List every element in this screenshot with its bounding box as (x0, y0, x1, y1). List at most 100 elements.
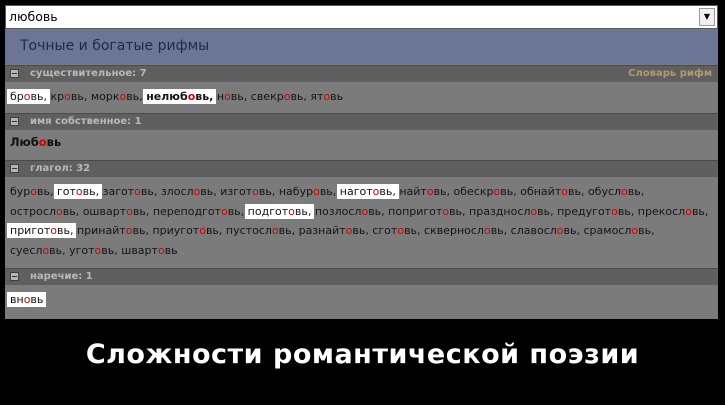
rhyme-word[interactable]: найтовь, (399, 185, 450, 198)
word-ending: вь, (37, 185, 54, 198)
rhyme-word[interactable]: пустословь, (226, 224, 295, 237)
stressed-vowel: о (611, 204, 618, 218)
rhyme-word[interactable]: приуготовь, (152, 224, 222, 237)
rhyme-word[interactable]: свекровь, (251, 90, 307, 103)
section-header-nouns[interactable]: существительное: 7 Словарь рифм (5, 65, 718, 82)
rhyme-word[interactable]: нелюбовь, (143, 89, 217, 104)
rhyme-word[interactable]: швартовь (121, 244, 177, 257)
rhyme-word[interactable]: сквернословь, (424, 224, 507, 237)
demotivator-caption: Сложности романтической поэзии (85, 339, 640, 370)
stressed-vowel: о (134, 185, 141, 198)
rhyme-word[interactable]: разнайтовь, (299, 224, 369, 237)
word-ending: вь, (379, 185, 396, 198)
dropdown-arrow-icon[interactable]: ▼ (699, 8, 715, 26)
word-stem: обусл (587, 185, 622, 198)
word-stem: кр (50, 90, 65, 103)
word-ending: вь (46, 135, 62, 149)
section-body-adverbs: вновь (5, 286, 718, 319)
word-stem: шварт (121, 243, 158, 257)
rhyme-word[interactable]: суесловь, (10, 244, 66, 257)
word-stem: приугот (152, 224, 200, 237)
rhyme-word[interactable]: новь, (217, 90, 247, 103)
stressed-vowel: о (252, 185, 259, 198)
rhyme-word[interactable]: набуровь, (279, 185, 336, 198)
rhyme-word[interactable]: готовь, (53, 184, 103, 199)
word-stem: скверносл (424, 224, 484, 237)
word-stem: ят (310, 90, 324, 103)
word-stem: пригот (10, 224, 51, 237)
collapse-icon[interactable] (10, 117, 19, 126)
collapse-icon[interactable] (10, 164, 19, 173)
word-stem: гот (56, 185, 76, 198)
stressed-vowel: о (38, 135, 47, 149)
rhyme-word[interactable]: переподготовь, (153, 205, 244, 218)
section-label: имя собственное: 1 (30, 116, 142, 127)
rhyme-word[interactable]: морковь, (91, 90, 143, 103)
section-header-verbs[interactable]: глагол: 32 (5, 160, 718, 177)
collapse-icon[interactable] (10, 272, 19, 281)
word-stem: предугот (557, 204, 612, 218)
word-stem: бр (10, 90, 24, 103)
rhyme-word[interactable]: подготовь, (244, 203, 315, 219)
rhyme-word[interactable]: обнайтовь, (520, 185, 584, 198)
rhyme-word[interactable]: славословь, (511, 224, 580, 237)
word-ending: вь, (537, 204, 554, 218)
rhyme-word[interactable]: сготовь, (372, 224, 420, 237)
rhyme-word[interactable]: кровь, (50, 90, 87, 103)
word-stem: попригот (388, 204, 443, 218)
word-ending: вь, (205, 224, 223, 237)
rhyme-word[interactable]: срамословь, (584, 224, 655, 237)
rhyme-word[interactable]: острословь, (10, 205, 79, 218)
word-ending: вь, (70, 90, 88, 103)
rhyme-dictionary-link[interactable]: Словарь рифм (628, 68, 712, 79)
rhyme-word[interactable]: поприготовь, (388, 205, 465, 218)
page-title: Точные и богатые рифмы (20, 38, 210, 54)
word-ending: вь, (433, 185, 451, 198)
rhyme-word[interactable]: позлословь, (315, 205, 385, 218)
rhyme-word[interactable]: прекословь, (638, 205, 709, 218)
search-bar[interactable]: ▼ (5, 5, 718, 29)
stressed-vowel: о (220, 204, 228, 218)
word-ending: вь, (368, 204, 385, 218)
word-ending: вь, (258, 185, 276, 198)
word-stem: пустосл (225, 224, 272, 237)
rhyme-word[interactable]: Любовь (10, 135, 61, 149)
word-stem: угот (69, 243, 95, 257)
word-stem: нелюб (146, 90, 188, 103)
word-stem: позлосл (314, 204, 362, 218)
rhyme-word[interactable]: празднословь, (469, 205, 554, 218)
word-ending: вь, (290, 90, 307, 103)
word-stem: остросл (10, 204, 56, 218)
rhyme-word[interactable]: заготовь, (103, 185, 158, 198)
rhyme-word[interactable]: бровь, (7, 89, 50, 104)
rhyme-word[interactable]: ятовь (310, 90, 343, 103)
rhyme-word[interactable]: обусловь, (588, 185, 644, 198)
word-ending: вь, (195, 90, 214, 103)
rhyme-word[interactable]: приготовь, (7, 223, 77, 238)
stressed-vowel: о (621, 185, 628, 198)
word-ending: вь, (691, 204, 709, 218)
collapse-icon[interactable] (10, 69, 19, 78)
stressed-vowel: о (64, 90, 71, 103)
word-ending: вь, (567, 185, 585, 198)
rhyme-word[interactable]: ошвартовь, (83, 205, 150, 218)
word-stem: разнайт (298, 224, 346, 237)
word-ending: вь, (294, 204, 312, 218)
search-input[interactable] (9, 8, 689, 26)
word-ending: вь, (101, 243, 118, 257)
stressed-vowel: о (426, 185, 434, 198)
rhyme-word[interactable]: изготовь, (220, 185, 275, 198)
rhyme-word[interactable]: принайтовь, (77, 224, 149, 237)
word-ending: вь, (62, 204, 80, 218)
rhyme-word[interactable]: вновь (7, 292, 47, 307)
rhyme-word[interactable]: злословь, (161, 185, 217, 198)
section-header-proper[interactable]: имя собственное: 1 (5, 113, 718, 130)
rhyme-word[interactable]: обескровь, (454, 185, 517, 198)
word-stem: злосл (160, 185, 194, 198)
rhyme-word[interactable]: предуготовь, (557, 205, 634, 218)
rhyme-word[interactable]: буровь, (10, 185, 53, 198)
rhyme-word[interactable]: уготовь, (69, 244, 118, 257)
rhyme-word[interactable]: наготовь, (336, 184, 399, 199)
section-header-adverbs[interactable]: наречие: 1 (5, 268, 718, 285)
word-ending: вь (30, 293, 44, 306)
